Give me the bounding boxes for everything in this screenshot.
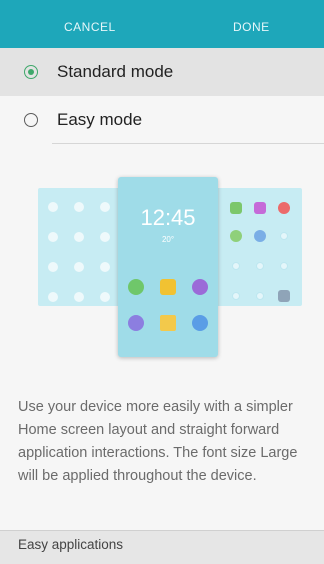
app-icon (254, 230, 266, 242)
section-title: Easy applications (18, 537, 124, 552)
preview-left-screen (38, 188, 122, 306)
contact-icon (100, 202, 110, 212)
add-icon (256, 292, 264, 300)
contact-icon (100, 292, 110, 302)
contact-icon (100, 262, 110, 272)
add-icon (232, 262, 240, 270)
divider (52, 143, 324, 144)
option-easy-mode[interactable]: Easy mode (0, 96, 324, 144)
contact-icon (100, 232, 110, 242)
action-bar: CANCEL DONE (0, 0, 324, 54)
camera-icon (128, 315, 144, 331)
contact-icon (74, 292, 84, 302)
contact-icon (48, 232, 58, 242)
radio-unchecked-icon[interactable] (24, 113, 38, 127)
mode-description: Use your device more easily with a simpl… (18, 399, 298, 484)
weather-text: 20° (161, 235, 175, 244)
add-icon (232, 292, 240, 300)
clock-text: 12:45 (140, 205, 196, 230)
app-icon (254, 202, 266, 214)
contact-icon (74, 202, 84, 212)
internet-icon (192, 279, 208, 295)
add-icon (256, 262, 264, 270)
music-icon (192, 315, 208, 331)
app-icon (278, 202, 290, 214)
app-icon (230, 202, 242, 214)
contact-icon (48, 292, 58, 302)
section-header-easy-applications: Easy applications (0, 530, 324, 564)
option-label: Standard mode (57, 62, 174, 81)
divider (0, 530, 324, 531)
add-icon (280, 232, 288, 240)
gallery-icon (160, 315, 176, 331)
option-standard-mode[interactable]: Standard mode (0, 48, 324, 96)
option-label: Easy mode (57, 110, 143, 129)
add-icon (280, 262, 288, 270)
done-button[interactable]: DONE (233, 20, 270, 34)
contact-icon (74, 262, 84, 272)
messages-icon (160, 279, 176, 295)
radio-checked-icon[interactable] (24, 65, 38, 79)
apps-icon (278, 290, 290, 302)
phone-icon (128, 279, 144, 295)
contact-icon (48, 262, 58, 272)
home-screen-preview: 12:45 20° (38, 150, 302, 358)
contact-icon (48, 202, 58, 212)
preview-right-screen (212, 188, 302, 306)
app-icon (230, 230, 242, 242)
contact-icon (74, 232, 84, 242)
cancel-button[interactable]: CANCEL (64, 20, 116, 34)
preview-center-screen: 12:45 20° (118, 177, 218, 357)
